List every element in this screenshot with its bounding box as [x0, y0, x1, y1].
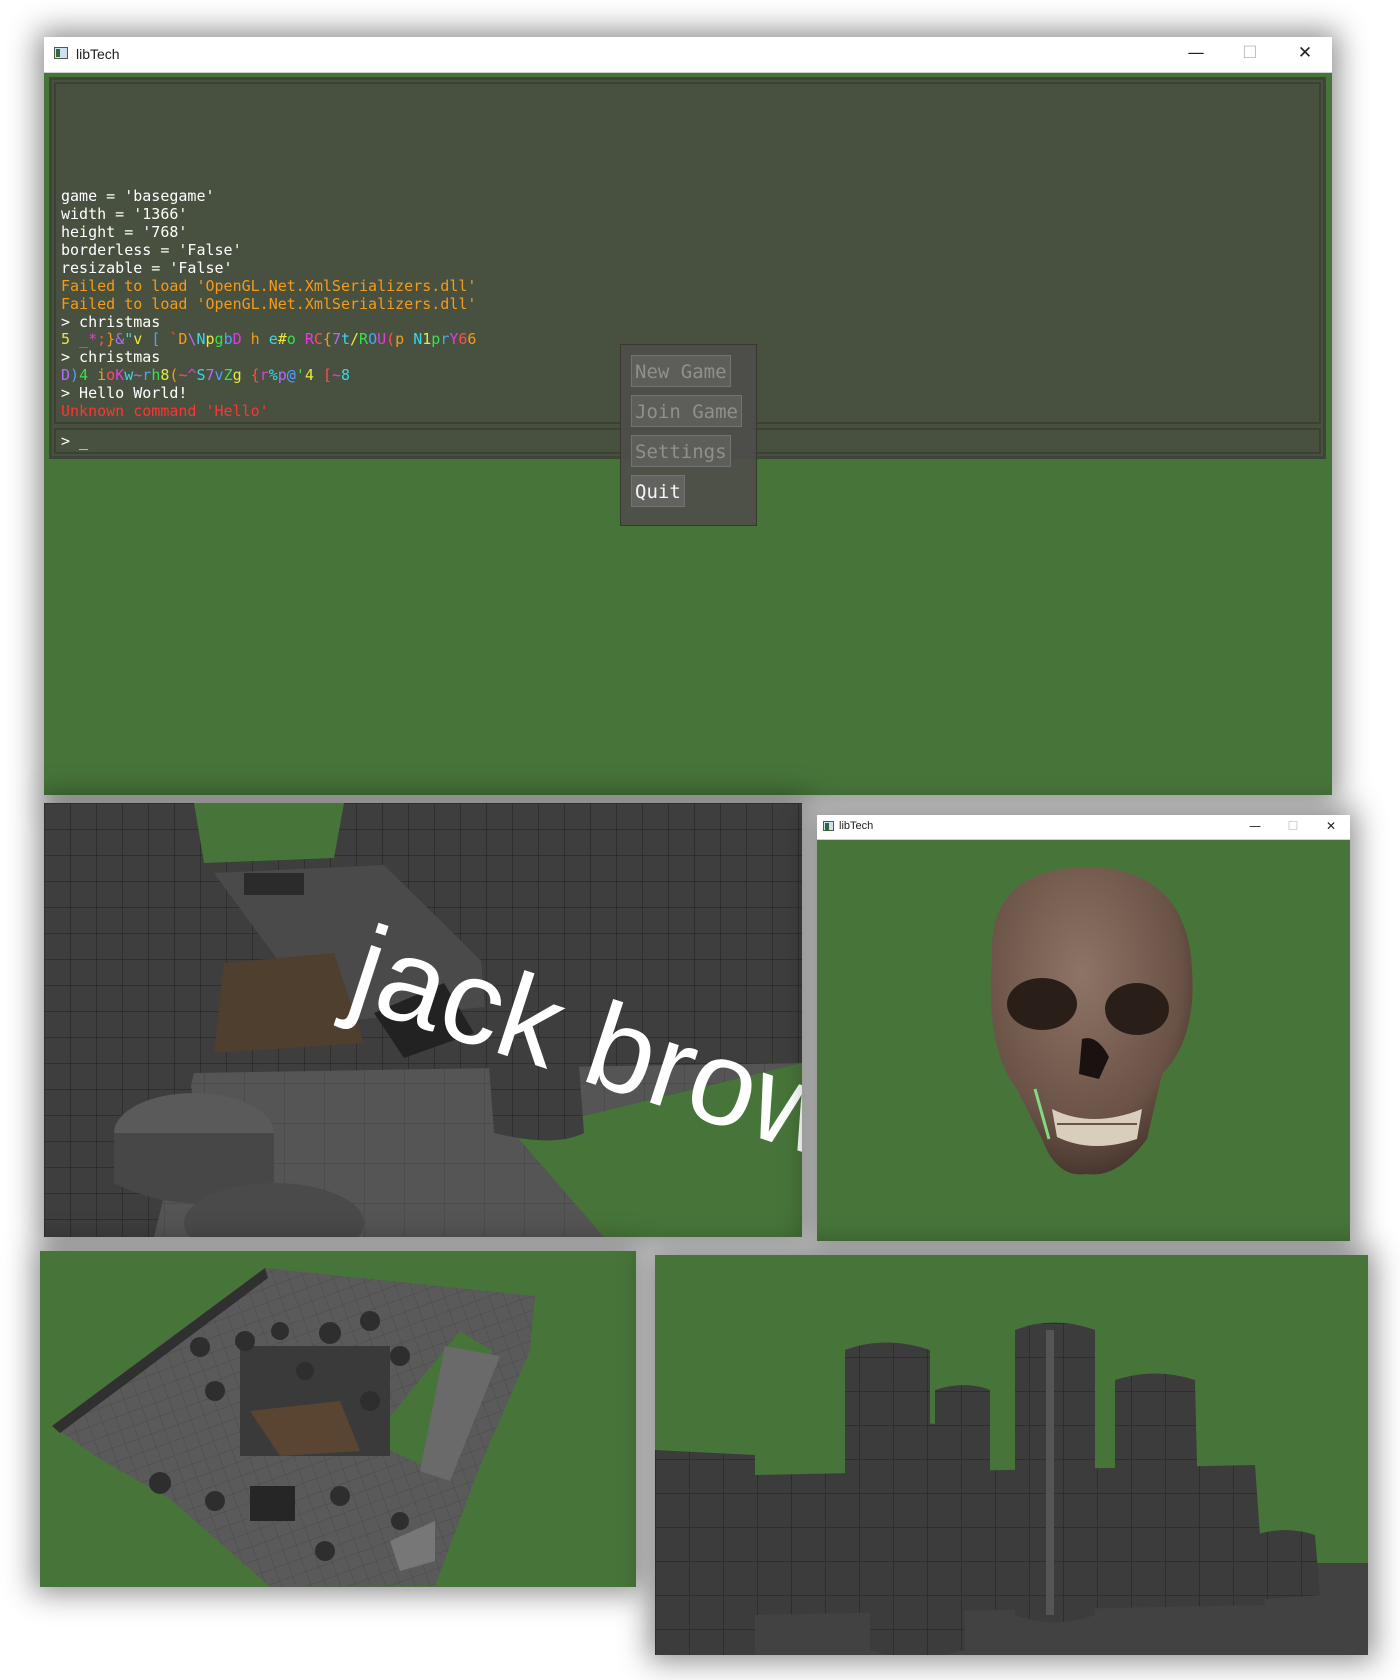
main-window: libTech — ☐ ✕ game = 'basegame' width = '…	[44, 37, 1332, 795]
title-bar[interactable]: libTech — ☐ ✕	[44, 37, 1332, 73]
console-line: > Hello World!	[61, 384, 188, 403]
new-game-button[interactable]: New Game	[631, 355, 731, 387]
title-bar[interactable]: libTech — ☐ ✕	[817, 815, 1350, 840]
overhead-map-render	[52, 1268, 535, 1587]
scene-interior-view: jack brow	[44, 803, 802, 1237]
console-line: > christmas	[61, 348, 161, 367]
console-line: > christmas	[61, 312, 161, 331]
maximize-button: ☐	[1287, 819, 1299, 833]
window-title: libTech	[839, 820, 874, 832]
console-line: Failed to load 'OpenGL.Net.XmlSerializer…	[61, 276, 477, 295]
minimize-button[interactable]: —	[1236, 815, 1274, 839]
maximize-button: ☐	[1242, 43, 1258, 63]
console-line: height = '768'	[61, 223, 188, 242]
app-icon	[823, 821, 834, 831]
console-line: resizable = 'False'	[61, 258, 233, 277]
skull-window: libTech — ☐ ✕	[817, 815, 1350, 1241]
console-line: Unknown command 'Hello'	[61, 402, 269, 421]
interior-render: jack brow	[44, 803, 802, 1237]
settings-button[interactable]: Settings	[631, 435, 731, 467]
app-icon	[54, 47, 68, 59]
scene-overhead-map	[40, 1251, 636, 1587]
quit-button[interactable]: Quit	[631, 475, 685, 507]
console-line: 5 _*;}&"v [ `D\NpgbD h e#o RC{7t/ROU(p N…	[61, 330, 477, 349]
scene-fortress-exterior	[655, 1255, 1368, 1655]
console-line: game = 'basegame'	[61, 187, 215, 206]
console-line: borderless = 'False'	[61, 240, 242, 259]
console-line: D)4 ioKw~rh8(~^S7vZg {r%p@'4 [~8	[61, 366, 350, 385]
main-menu: New Game Join Game Settings Quit	[620, 344, 757, 526]
window-title: libTech	[76, 46, 120, 62]
skull-render	[990, 867, 1193, 1175]
console-line: Failed to load 'OpenGL.Net.XmlSerializer…	[61, 294, 477, 313]
close-button[interactable]: ✕	[1312, 815, 1350, 839]
close-button[interactable]: ✕	[1278, 37, 1332, 72]
console-log: game = 'basegame' width = '1366' height = …	[61, 187, 477, 421]
join-game-button[interactable]: Join Game	[631, 395, 742, 427]
minimize-button[interactable]: —	[1169, 37, 1223, 72]
console-line: width = '1366'	[61, 205, 188, 224]
fortress-render	[655, 1322, 1368, 1655]
